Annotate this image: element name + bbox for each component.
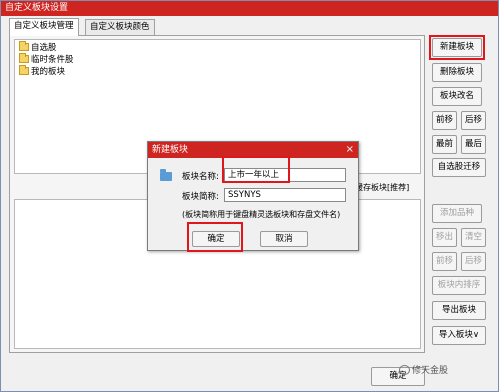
folder-icon bbox=[19, 41, 29, 51]
stock-move-down-button[interactable]: 后移 bbox=[461, 252, 486, 271]
remove-stock-button[interactable]: 移出 bbox=[432, 228, 457, 247]
stock-move-up-button[interactable]: 前移 bbox=[432, 252, 457, 271]
block-short-input[interactable]: SSYNYS bbox=[224, 188, 346, 202]
migrate-watchlist-button[interactable]: 自选股迁移 bbox=[432, 158, 486, 177]
watermark: 修天金股 bbox=[399, 363, 448, 376]
move-down-button[interactable]: 后移 bbox=[461, 111, 486, 130]
move-first-button[interactable]: 最前 bbox=[432, 135, 457, 154]
wechat-icon bbox=[399, 365, 410, 375]
tree-item-my-block[interactable]: 我的板块 bbox=[19, 65, 66, 78]
sort-in-block-button[interactable]: 板块内排序 bbox=[432, 276, 486, 295]
tree-item-label: 我的板块 bbox=[31, 67, 66, 77]
folder-icon bbox=[160, 169, 172, 181]
tab-block-management[interactable]: 自定义板块管理 bbox=[9, 18, 79, 36]
clear-button[interactable]: 清空 bbox=[461, 228, 486, 247]
tab-block-color[interactable]: 自定义板块颜色 bbox=[85, 19, 155, 35]
window-title: 自定义板块设置 bbox=[1, 1, 498, 16]
tree-item-temp-condition[interactable]: 临时条件股 bbox=[19, 53, 74, 66]
rename-block-button[interactable]: 板块改名 bbox=[432, 87, 482, 106]
move-up-button[interactable]: 前移 bbox=[432, 111, 457, 130]
dialog-title: 新建板块 bbox=[148, 142, 358, 158]
import-block-button[interactable]: 导入板块∨ bbox=[432, 326, 486, 345]
close-icon[interactable]: × bbox=[346, 143, 354, 157]
add-stock-button[interactable]: 添加品种 bbox=[432, 204, 482, 223]
short-name-note: (板块简称用于键盘精灵选板块和存盘文件名) bbox=[182, 210, 341, 219]
delete-block-button[interactable]: 删除板块 bbox=[432, 63, 482, 82]
watermark-text: 修天金股 bbox=[412, 366, 449, 376]
dialog-ok-button[interactable]: 确定 bbox=[192, 231, 240, 247]
folder-icon bbox=[19, 53, 29, 63]
block-short-label: 板块简称: bbox=[182, 192, 219, 202]
tree-item-label: 自选股 bbox=[31, 43, 57, 53]
new-block-button[interactable]: 新建板块 bbox=[432, 38, 482, 57]
export-block-button[interactable]: 导出板块 bbox=[432, 301, 486, 320]
stock-list-label: 缓存板块[推荐] bbox=[355, 183, 410, 192]
block-name-label: 板块名称: bbox=[182, 172, 219, 182]
tree-item-label: 临时条件股 bbox=[31, 55, 74, 65]
block-settings-window: 自定义板块设置 自定义板块管理 自定义板块颜色 自选股 临时条件股 我的板块 缓… bbox=[0, 0, 499, 392]
block-name-input[interactable]: 上市一年以上 bbox=[224, 168, 346, 182]
new-block-dialog: 新建板块 × 板块名称: 上市一年以上 板块简称: SSYNYS (板块简称用于… bbox=[147, 141, 359, 252]
folder-icon bbox=[19, 65, 29, 75]
move-last-button[interactable]: 最后 bbox=[461, 135, 486, 154]
dialog-cancel-button[interactable]: 取消 bbox=[260, 231, 308, 247]
